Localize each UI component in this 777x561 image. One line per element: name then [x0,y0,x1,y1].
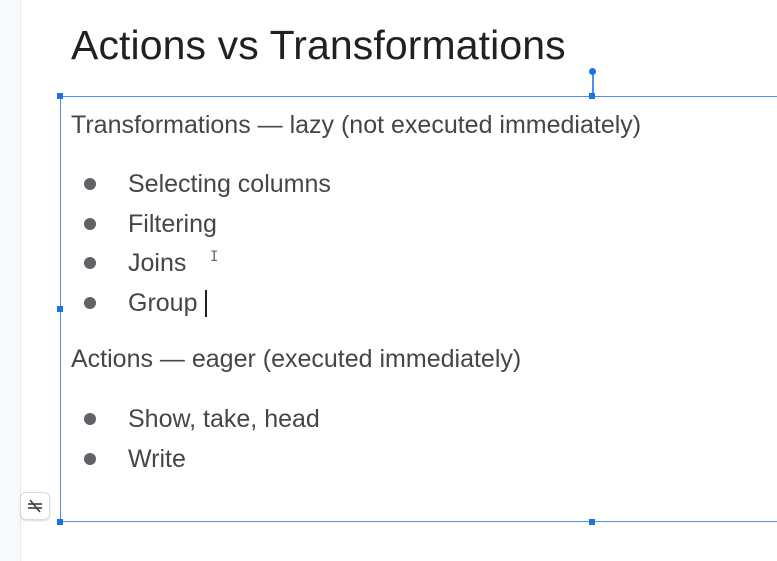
list-item-text: Write [128,444,186,473]
list-item[interactable]: Filtering [84,208,217,240]
text-caret [205,289,207,317]
list-item[interactable]: Show, take, head [84,403,320,435]
list-item-text: Show, take, head [128,404,320,433]
list-item-text: Joins [128,248,187,277]
resize-handle-middle-left[interactable] [57,306,63,312]
list-item-text: Filtering [128,209,217,238]
resize-handle-bottom-center[interactable] [589,519,595,525]
slide-title[interactable]: Actions vs Transformations [71,22,566,69]
autofit-options-button[interactable] [20,492,50,520]
actions-heading[interactable]: Actions — eager (executed immediately) [71,345,521,374]
i-beam-cursor-icon: I [210,249,219,265]
bullet-icon [84,297,96,309]
filmstrip-edge [0,0,21,561]
list-item[interactable]: Selecting columns [84,168,331,200]
list-item-text: Selecting columns [128,169,331,198]
list-item-text: Group [128,288,198,317]
bullet-icon [84,453,96,465]
list-item[interactable]: Group [84,287,207,319]
text-autofit-off-icon [28,499,42,513]
list-item[interactable]: Joins [84,247,186,279]
bullet-icon [84,257,96,269]
list-item[interactable]: Write [84,443,186,475]
resize-handle-top-center[interactable] [589,93,595,99]
rotate-handle[interactable] [589,68,596,75]
resize-handle-bottom-left[interactable] [57,519,63,525]
bullet-icon [84,178,96,190]
bullet-icon [84,218,96,230]
resize-handle-top-left[interactable] [57,93,63,99]
bullet-icon [84,413,96,425]
transformations-heading[interactable]: Transformations — lazy (not executed imm… [71,111,641,140]
